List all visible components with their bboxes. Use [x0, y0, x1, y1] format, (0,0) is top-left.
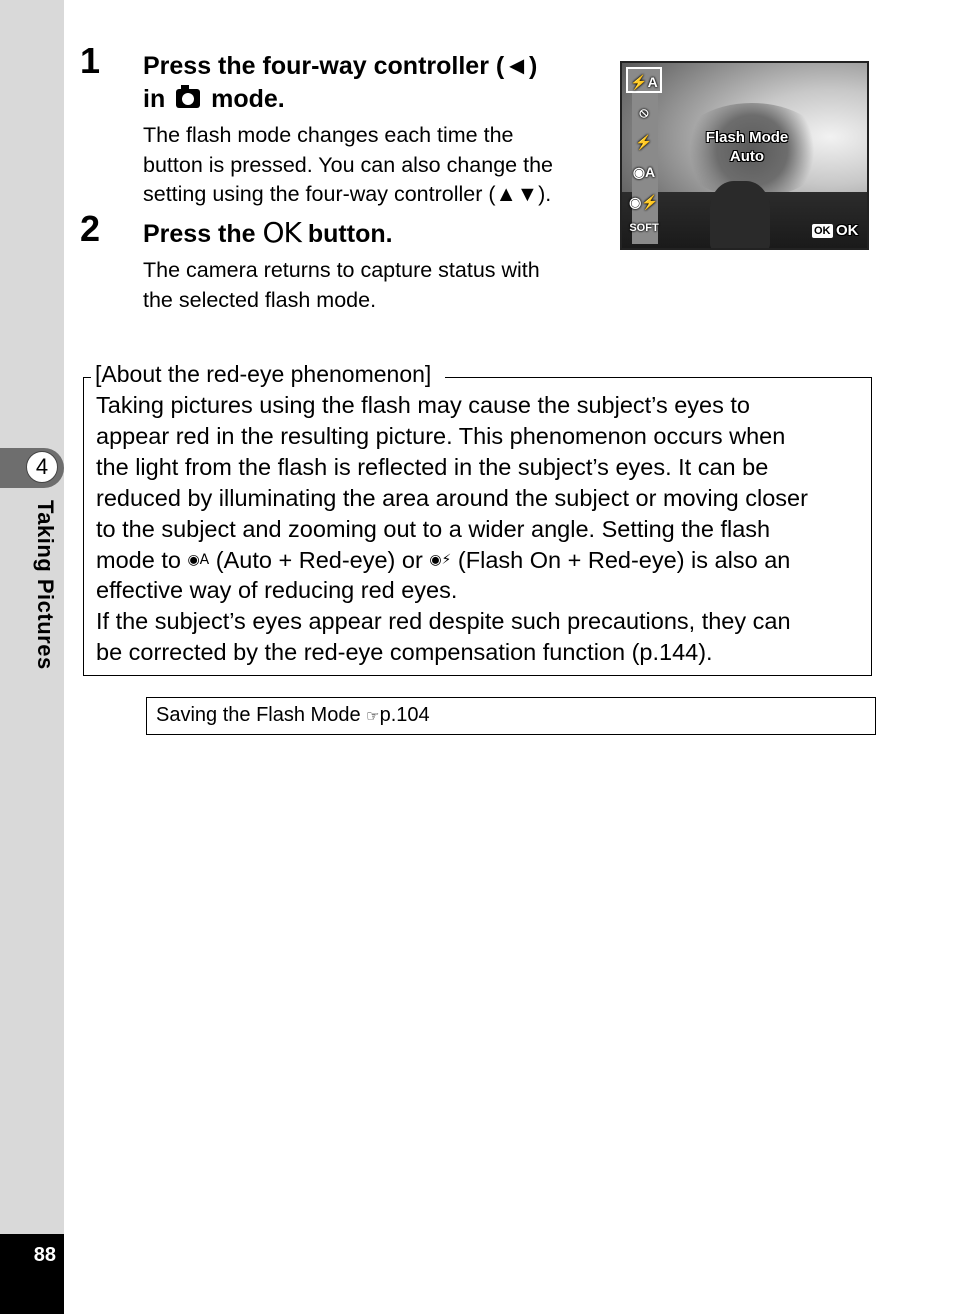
pointing-hand-icon: ☞: [366, 707, 380, 725]
note-line: be corrected by the red-eye compensation…: [96, 639, 713, 666]
note-body: Taking pictures using the flash may caus…: [96, 390, 866, 668]
note-line: appear red in the resulting picture. Thi…: [96, 422, 786, 449]
note-line: reduced by illuminating the area around …: [96, 484, 808, 511]
step-1-title: Press the four-way controller (◄) in mod…: [143, 50, 537, 116]
step-1-body-line: button is pressed. You can also change t…: [143, 152, 554, 177]
step-1-title-line2: in mode.: [143, 83, 537, 116]
step-2-number: 2: [80, 208, 101, 249]
step-1-body-line: setting using the four-way controller (▲…: [143, 182, 552, 206]
step-2-title-prefix: Press the: [143, 220, 256, 248]
reference-page-link[interactable]: p.104: [380, 704, 430, 726]
flash-off-icon: ⦸: [639, 104, 649, 120]
step-1-title-suffix: mode.: [211, 85, 285, 113]
note-text: (Flash On + Red-eye) is also an: [457, 546, 791, 573]
auto-red-eye-icon: ◉A: [187, 551, 210, 568]
chapter-title: Taking Pictures: [33, 500, 58, 670]
flash-auto-icon: ⚡A: [626, 67, 662, 93]
flash-mode-value: Auto: [729, 148, 765, 165]
flash-on-red-eye-icon: ◉⚡: [429, 551, 452, 568]
auto-red-eye-icon: ◉A: [632, 164, 656, 180]
step-1-title-prefix: in: [143, 85, 166, 113]
note-text: mode to: [96, 546, 181, 573]
flash-on-red-eye-icon: ◉⚡: [629, 194, 659, 210]
note-line: effective way of reducing red eyes.: [96, 577, 458, 604]
reference-label: Saving the Flash Mode: [156, 704, 361, 726]
step-1-number: 1: [80, 40, 101, 81]
step-2-title: Press the OK button.: [143, 216, 393, 251]
step-1-title-line1: Press the four-way controller (◄): [143, 52, 538, 80]
note-text: (Auto + Red-eye) or: [215, 546, 423, 573]
ok-label: OK: [836, 222, 859, 239]
note-line: to the subject and zooming out to a wide…: [96, 515, 771, 542]
camera-icon: [176, 85, 201, 108]
step-2-title-suffix: button.: [307, 220, 393, 248]
vase-image: [710, 181, 770, 248]
flash-on-icon: ⚡: [635, 134, 653, 150]
step-1-body-line: The flash mode changes each time the: [143, 123, 514, 147]
note-line: mode to ◉A (Auto + Red-eye) or ◉⚡ (Flash…: [96, 545, 866, 576]
soft-flash-icon: SOFT: [629, 222, 659, 234]
note-line: If the subject’s eyes appear red despite…: [96, 608, 791, 635]
note-title: [About the red-eye phenomenon]: [91, 360, 446, 388]
chapter-number: 4: [26, 451, 58, 483]
note-line: Taking pictures using the flash may caus…: [96, 392, 751, 418]
camera-screen-illustration: ⚡A ⦸ ⚡ ◉A ◉⚡ SOFT Flash Mode Auto OK OK: [620, 61, 869, 250]
flash-mode-label: Flash Mode: [705, 129, 789, 146]
ok-badge-icon: OK: [812, 224, 833, 238]
ok-button-glyph: OK: [262, 216, 302, 249]
step-1-body: The flash mode changes each time the but…: [143, 121, 553, 210]
page-number: 88: [33, 1244, 56, 1266]
reference-text: Saving the Flash Mode ☞p.104: [156, 703, 430, 728]
step-2-body-line: The camera returns to capture status wit…: [143, 258, 540, 282]
step-2-body: The camera returns to capture status wit…: [143, 256, 540, 315]
step-2-body-line: the selected flash mode.: [143, 287, 377, 312]
note-line: the light from the flash is reflected in…: [96, 453, 769, 480]
